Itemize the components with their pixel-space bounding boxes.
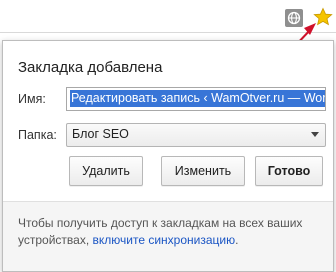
bubble-title: Закладка добавлена xyxy=(18,59,163,76)
name-label: Имя: xyxy=(18,92,46,106)
sync-promo: Чтобы получить доступ к закладкам на все… xyxy=(3,202,333,271)
folder-value: Блог SEO xyxy=(72,127,129,141)
sync-promo-period: . xyxy=(235,233,239,247)
delete-button[interactable]: Удалить xyxy=(69,156,143,186)
sync-promo-text: Чтобы получить доступ к закладкам на все… xyxy=(18,215,323,249)
bookmark-added-bubble: Закладка добавлена Имя: Редактировать за… xyxy=(2,40,334,272)
bookmark-name-input[interactable]: Редактировать запись ‹ WamOtver.ru — Wor… xyxy=(66,87,326,111)
folder-label: Папка: xyxy=(18,128,57,142)
enable-sync-link[interactable]: включите синхронизацию xyxy=(93,233,236,247)
chevron-down-icon xyxy=(311,132,319,137)
done-button[interactable]: Готово xyxy=(255,156,323,186)
bookmark-name-value: Редактировать запись ‹ WamOtver.ru — Wor… xyxy=(70,90,325,107)
edit-button[interactable]: Изменить xyxy=(161,156,245,186)
folder-select[interactable]: Блог SEO xyxy=(66,123,326,147)
